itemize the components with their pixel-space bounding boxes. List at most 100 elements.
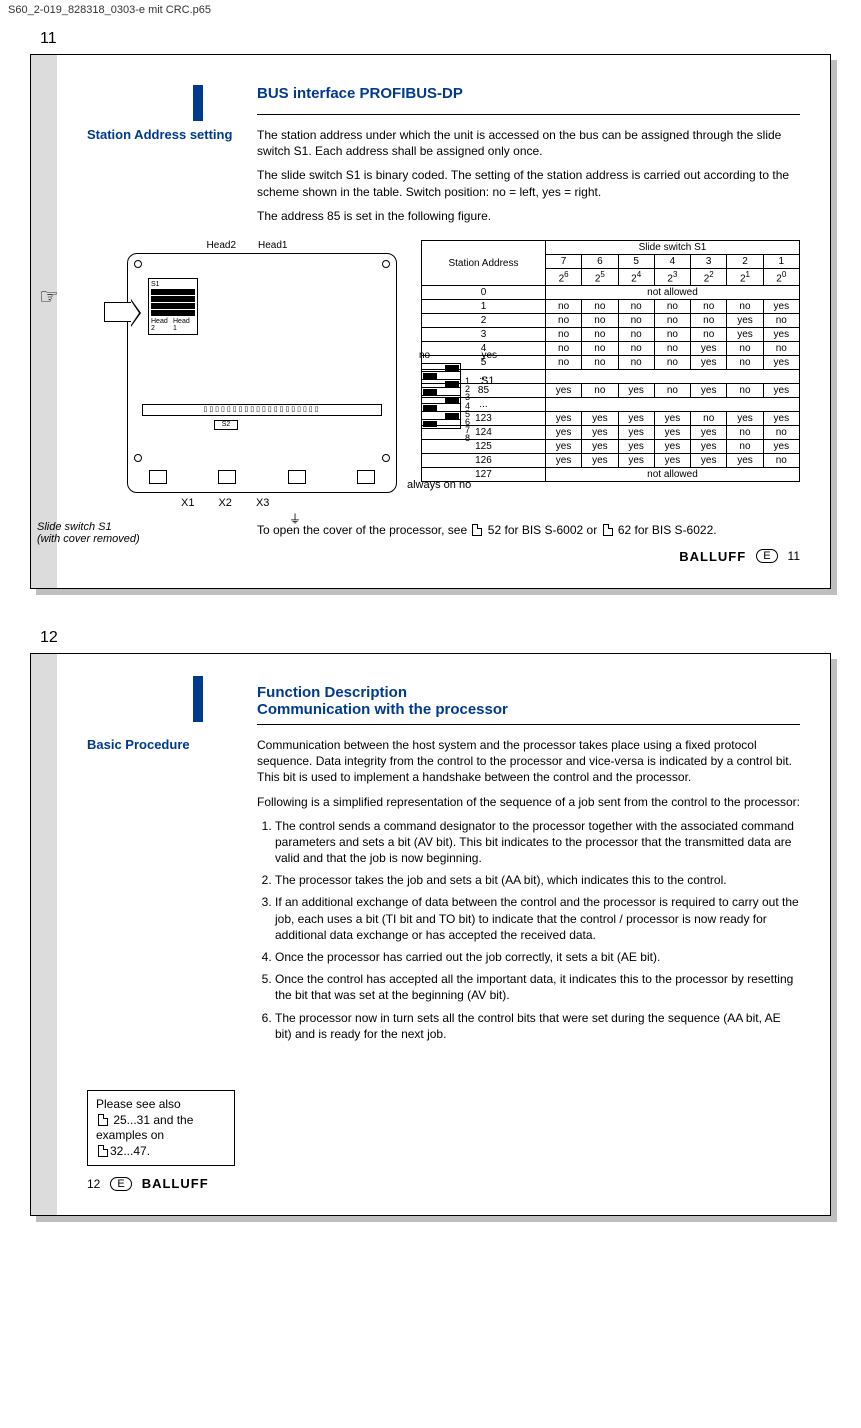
label-always-on-no: always on no — [407, 479, 503, 491]
cell-value: no — [582, 328, 618, 342]
cell-value: yes — [582, 440, 618, 454]
th-bit: 3 — [691, 254, 727, 268]
cell-value: no — [582, 300, 618, 314]
source-file-label: S60_2-019_828318_0303-e mit CRC.p65 — [0, 0, 861, 20]
dip-switch-s1: S1 Head 2 Head 1 — [148, 278, 198, 335]
cell-value: no — [582, 356, 618, 370]
page-footer: 12 E BALLUFF — [87, 1176, 800, 1191]
s1-numbers: 1 2 3 4 5 6 7 8 — [465, 377, 470, 443]
cell-value: no — [654, 356, 690, 370]
th-bit: 4 — [654, 254, 690, 268]
page-icon — [603, 524, 613, 536]
th-power: 22 — [691, 268, 727, 285]
cell-address: 3 — [422, 328, 546, 342]
cell-address: 125 — [422, 440, 546, 454]
body-text: Communication between the host system an… — [257, 737, 800, 1050]
title-rule — [257, 724, 800, 725]
list-item: If an additional exchange of data betwee… — [275, 894, 800, 943]
th-power: 20 — [763, 268, 799, 285]
cell-value: yes — [582, 426, 618, 440]
label-x2: X2 — [218, 497, 231, 509]
cell-value: yes — [654, 426, 690, 440]
footer-page-number: 11 — [788, 549, 800, 563]
cell-value: yes — [654, 440, 690, 454]
cell-blank — [545, 398, 799, 412]
cell-value: no — [763, 454, 799, 468]
cell-value: yes — [691, 356, 727, 370]
cell-value: no — [545, 342, 581, 356]
th-power: 26 — [545, 268, 581, 285]
list-item: Once the control has accepted all the im… — [275, 971, 800, 1003]
cell-value: no — [727, 384, 763, 398]
s1-small-label: S1 — [151, 281, 195, 288]
cell-value: no — [654, 300, 690, 314]
brand-logo: BALLUFF — [142, 1176, 209, 1191]
cell-value: no — [582, 384, 618, 398]
side-heading: Station Address setting — [87, 127, 257, 232]
paragraph: Following is a simplified representation… — [257, 794, 800, 810]
cell-blank — [545, 370, 799, 384]
cell-not-allowed: not allowed — [545, 468, 799, 482]
th-bit: 6 — [582, 254, 618, 268]
page-footer: BALLUFF E 11 — [87, 549, 800, 564]
cell-value: no — [582, 314, 618, 328]
th-power: 23 — [654, 268, 690, 285]
cell-value: yes — [763, 440, 799, 454]
connector — [217, 470, 237, 486]
section-title: BUS interface PROFIBUS-DP — [257, 85, 800, 102]
cell-value: no — [727, 356, 763, 370]
title-rule — [257, 114, 800, 115]
label-head1: Head1 — [258, 240, 287, 251]
cell-value: yes — [545, 412, 581, 426]
th-slide-switch: Slide switch S1 — [545, 240, 799, 254]
th-bit: 2 — [727, 254, 763, 268]
screw-icon — [134, 454, 142, 462]
cell-value: no — [654, 384, 690, 398]
screw-icon — [134, 260, 142, 268]
list-item: The processor now in turn sets all the c… — [275, 1010, 800, 1042]
cover-open-note: To open the cover of the processor, see … — [257, 523, 800, 537]
cell-value: yes — [618, 412, 654, 426]
cell-value: yes — [763, 300, 799, 314]
table-row: 3nononononoyesyes — [422, 328, 800, 342]
table-row: 0not allowed — [422, 286, 800, 300]
cell-value: no — [654, 328, 690, 342]
cell-value: yes — [691, 384, 727, 398]
cell-value: no — [763, 314, 799, 328]
label-head2: Head2 — [207, 240, 236, 251]
page-frame: BUS interface PROFIBUS-DP Station Addres… — [30, 54, 831, 589]
page-11: 11 BUS interface PROFIBUS-DP Station Add… — [30, 30, 831, 589]
ground-icon: ⏚ — [289, 510, 301, 527]
cell-value: yes — [654, 412, 690, 426]
cell-value: no — [763, 426, 799, 440]
th-bit: 5 — [618, 254, 654, 268]
cell-value: yes — [545, 384, 581, 398]
section-title: Function Description Communication with … — [257, 684, 800, 718]
x-labels: X1 X2 X3 — [181, 497, 407, 509]
terminal-strip: ▯▯▯▯▯▯▯▯▯▯▯▯▯▯▯▯▯▯▯▯ — [142, 404, 382, 416]
cell-value: yes — [691, 342, 727, 356]
table-row: 1nonononononoyes — [422, 300, 800, 314]
label: Head 2 — [151, 318, 173, 332]
label: Head 1 — [173, 318, 195, 332]
connector — [287, 470, 307, 486]
cell-value: yes — [691, 426, 727, 440]
paragraph: The address 85 is set in the following f… — [257, 208, 800, 224]
list-item: The control sends a command designator t… — [275, 818, 800, 867]
label-x1: X1 — [181, 497, 194, 509]
cell-value: no — [618, 300, 654, 314]
s1-dip-stack — [421, 363, 461, 429]
cell-value: yes — [582, 412, 618, 426]
hand-icon: ☞ — [39, 284, 59, 310]
cell-value: no — [545, 328, 581, 342]
cell-address: 1 — [422, 300, 546, 314]
connector-row — [148, 470, 376, 486]
cell-value: no — [654, 314, 690, 328]
list-item: Once the processor has carried out the j… — [275, 949, 800, 965]
cell-value: no — [618, 356, 654, 370]
th-station-address: Station Address — [422, 240, 546, 285]
cell-value: no — [691, 328, 727, 342]
page-frame: Function Description Communication with … — [30, 653, 831, 1216]
figure-slide-switch: Head2 Head1 ☞ S1 H — [87, 240, 407, 509]
th-bit: 1 — [763, 254, 799, 268]
